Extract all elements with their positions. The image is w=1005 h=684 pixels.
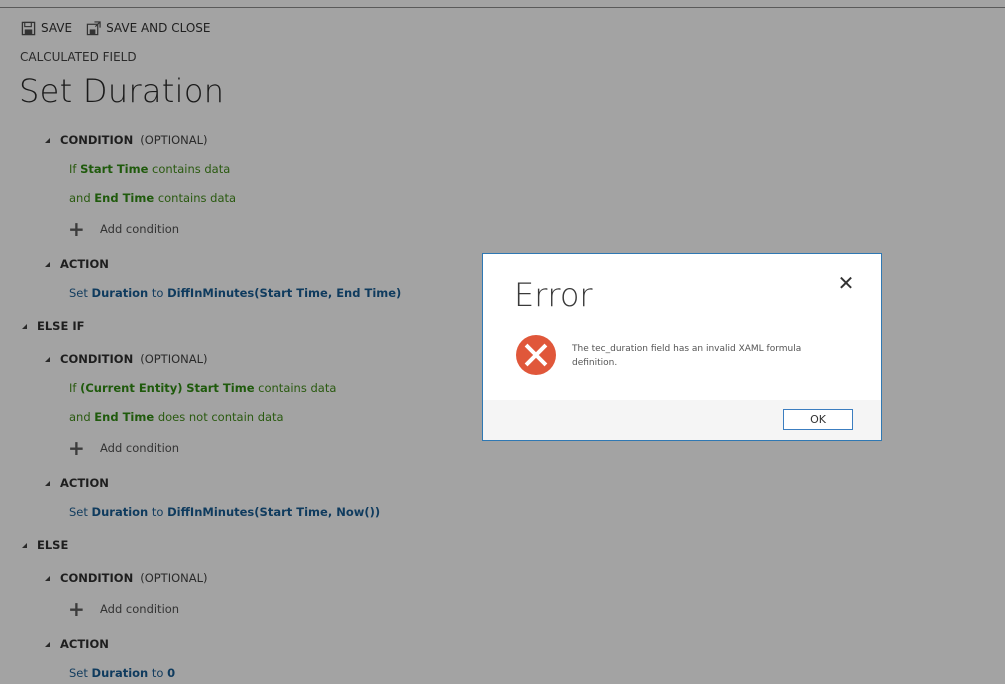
collapse-triangle-icon [45,137,50,143]
top-border [0,0,1005,8]
save-and-close-button[interactable]: SAVE AND CLOSE [86,20,211,36]
condition-row[interactable]: If (Current Entity) Start Time contains … [69,381,336,395]
action-header-1[interactable]: ACTION [45,257,109,271]
command-bar: SAVE SAVE AND CLOSE [21,18,211,38]
action-label: ACTION [60,637,109,651]
collapse-triangle-icon [22,323,27,329]
add-condition-label: Add condition [100,222,180,236]
else-header[interactable]: ELSE [22,538,68,552]
action-row[interactable]: Set Duration to 0 [69,666,175,680]
optional-label: (OPTIONAL) [140,571,208,585]
add-condition-label: Add condition [100,441,180,455]
close-icon[interactable]: ✕ [836,271,856,295]
action-field: Duration [91,666,149,680]
entity-type-label: CALCULATED FIELD [20,50,137,64]
condition-field: End Time [94,410,155,424]
action-header-3[interactable]: ACTION [45,637,109,651]
condition-entity: (Current Entity) [80,381,183,395]
action-row[interactable]: Set Duration to DiffInMinutes(Start Time… [69,286,401,300]
condition-operator: contains data [258,381,337,395]
condition-row[interactable]: If Start Time contains data [69,162,230,176]
collapse-triangle-icon [45,356,50,362]
collapse-triangle-icon [45,261,50,267]
condition-field: Start Time [186,381,255,395]
condition-label: CONDITION [60,352,134,366]
else-if-label: ELSE IF [37,319,85,333]
action-field: Duration [91,286,149,300]
action-prefix: Set [69,666,88,680]
condition-row[interactable]: and End Time contains data [69,191,236,205]
plus-icon: + [68,436,85,460]
action-field: Duration [91,505,149,519]
condition-prefix: If [69,381,77,395]
condition-prefix: If [69,162,77,176]
error-icon [516,335,556,375]
optional-label: (OPTIONAL) [140,133,208,147]
plus-icon: + [68,597,85,621]
error-dialog: Error ✕ The tec_duration field has an in… [482,253,882,441]
ok-button[interactable]: OK [783,409,853,430]
condition-header-3[interactable]: CONDITION (OPTIONAL) [45,571,208,585]
save-icon [21,21,36,35]
add-condition-button[interactable]: + Add condition [68,597,180,621]
add-condition-button[interactable]: + Add condition [68,436,180,460]
dialog-footer: OK [483,400,881,440]
action-value: 0 [167,666,176,680]
page-title: Set Duration [19,72,225,110]
condition-row[interactable]: and End Time does not contain data [69,410,284,424]
collapse-triangle-icon [22,542,27,548]
condition-operator: contains data [157,191,237,205]
action-header-2[interactable]: ACTION [45,476,109,490]
action-label: ACTION [60,476,109,490]
action-value: DiffInMinutes(Start Time, Now()) [167,505,381,519]
save-label: SAVE [41,21,73,35]
action-prefix: Set [69,505,88,519]
condition-operator: contains data [152,162,231,176]
action-prefix: Set [69,286,88,300]
dialog-title: Error [514,276,593,314]
condition-prefix: and [69,191,91,205]
collapse-triangle-icon [45,641,50,647]
condition-header-2[interactable]: CONDITION (OPTIONAL) [45,352,208,366]
condition-label: CONDITION [60,571,134,585]
action-to: to [151,666,164,680]
condition-label: CONDITION [60,133,134,147]
action-label: ACTION [60,257,109,271]
action-row[interactable]: Set Duration to DiffInMinutes(Start Time… [69,505,380,519]
collapse-triangle-icon [45,575,50,581]
collapse-triangle-icon [45,480,50,486]
add-condition-button[interactable]: + Add condition [68,217,180,241]
condition-field: Start Time [80,162,149,176]
action-to: to [151,286,164,300]
plus-icon: + [68,217,85,241]
save-and-close-icon [86,20,101,35]
condition-field: End Time [94,191,155,205]
optional-label: (OPTIONAL) [140,352,208,366]
action-value: DiffInMinutes(Start Time, End Time) [167,286,402,300]
condition-prefix: and [69,410,91,424]
else-if-header[interactable]: ELSE IF [22,319,84,333]
save-and-close-label: SAVE AND CLOSE [106,21,211,35]
else-label: ELSE [37,538,69,552]
condition-operator: does not contain data [157,410,284,424]
save-button[interactable]: SAVE [21,21,72,36]
condition-header-1[interactable]: CONDITION (OPTIONAL) [45,133,208,147]
add-condition-label: Add condition [100,602,180,616]
dialog-message: The tec_duration field has an invalid XA… [572,344,802,368]
action-to: to [151,505,164,519]
